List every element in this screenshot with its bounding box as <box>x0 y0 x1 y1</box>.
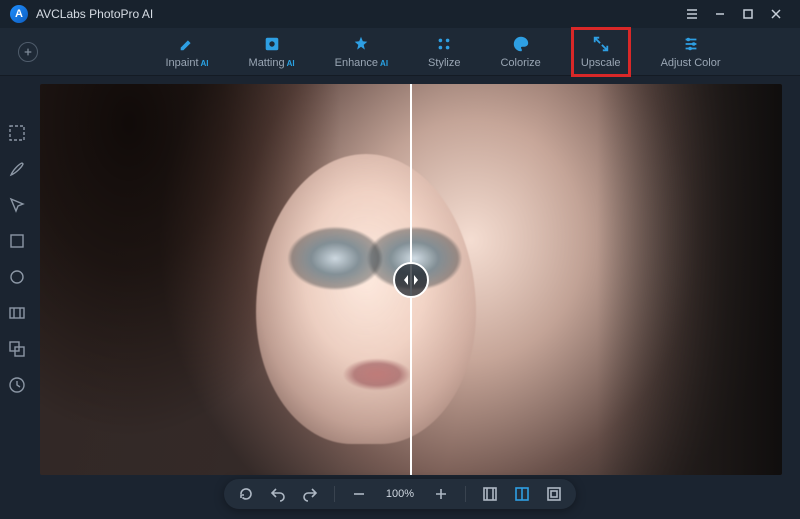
original-toggle-button[interactable] <box>546 486 562 502</box>
inpaint-icon <box>178 35 196 53</box>
redo-button[interactable] <box>302 486 318 502</box>
tab-label: Matting <box>249 57 285 69</box>
add-image-button[interactable] <box>18 42 38 62</box>
brush-tool[interactable] <box>8 160 26 178</box>
fit-screen-button[interactable] <box>482 486 498 502</box>
tab-label: Stylize <box>428 57 460 69</box>
reset-view-button[interactable] <box>238 486 254 502</box>
undo-button[interactable] <box>270 486 286 502</box>
tab-inpaint[interactable]: InpaintAI <box>160 31 215 73</box>
maximize-button[interactable] <box>734 4 762 24</box>
zoom-out-button[interactable] <box>351 486 367 502</box>
shape-circle-tool[interactable] <box>8 268 26 286</box>
canvas-controls: 100% <box>224 479 576 509</box>
upscale-icon <box>592 35 610 53</box>
tab-matting[interactable]: MattingAI <box>243 31 301 73</box>
history-tool[interactable] <box>8 376 26 394</box>
minimize-button[interactable] <box>706 4 734 24</box>
workspace <box>0 76 800 519</box>
tab-label: Enhance <box>335 57 378 69</box>
ai-badge: AI <box>287 59 295 68</box>
tab-colorize[interactable]: Colorize <box>494 31 546 73</box>
ratio-tool[interactable] <box>8 304 26 322</box>
image-canvas[interactable] <box>40 84 782 475</box>
app-logo: A <box>10 5 28 23</box>
zoom-in-button[interactable] <box>433 486 449 502</box>
ai-badge: AI <box>201 59 209 68</box>
tab-upscale[interactable]: Upscale <box>575 31 627 73</box>
colorize-icon <box>512 35 530 53</box>
tab-adjust-color[interactable]: Adjust Color <box>655 31 727 73</box>
separator <box>334 486 335 502</box>
matting-icon <box>263 35 281 53</box>
layers-tool[interactable] <box>8 340 26 358</box>
tab-label: Adjust Color <box>661 57 721 69</box>
adjust-color-icon <box>682 35 700 53</box>
tab-label: Colorize <box>500 57 540 69</box>
shape-rect-tool[interactable] <box>8 232 26 250</box>
app-title: AVCLabs PhotoPro AI <box>36 7 153 21</box>
ai-badge: AI <box>380 59 388 68</box>
title-bar: A AVCLabs PhotoPro AI <box>0 0 800 28</box>
tab-label: Inpaint <box>166 57 199 69</box>
zoom-percentage: 100% <box>383 488 417 500</box>
mode-toolbar: InpaintAI MattingAI EnhanceAI Stylize Co… <box>0 28 800 76</box>
side-toolbar <box>0 76 34 519</box>
menu-button[interactable] <box>678 4 706 24</box>
separator <box>465 486 466 502</box>
tab-enhance[interactable]: EnhanceAI <box>329 31 394 73</box>
stylize-icon <box>435 35 453 53</box>
tab-stylize[interactable]: Stylize <box>422 31 466 73</box>
compare-split-button[interactable] <box>514 486 530 502</box>
enhance-icon <box>352 35 370 53</box>
rectangle-select-tool[interactable] <box>8 124 26 142</box>
canvas-illustration <box>597 84 783 475</box>
tab-label: Upscale <box>581 57 621 69</box>
pointer-tool[interactable] <box>8 196 26 214</box>
close-button[interactable] <box>762 4 790 24</box>
compare-handle[interactable] <box>393 262 429 298</box>
